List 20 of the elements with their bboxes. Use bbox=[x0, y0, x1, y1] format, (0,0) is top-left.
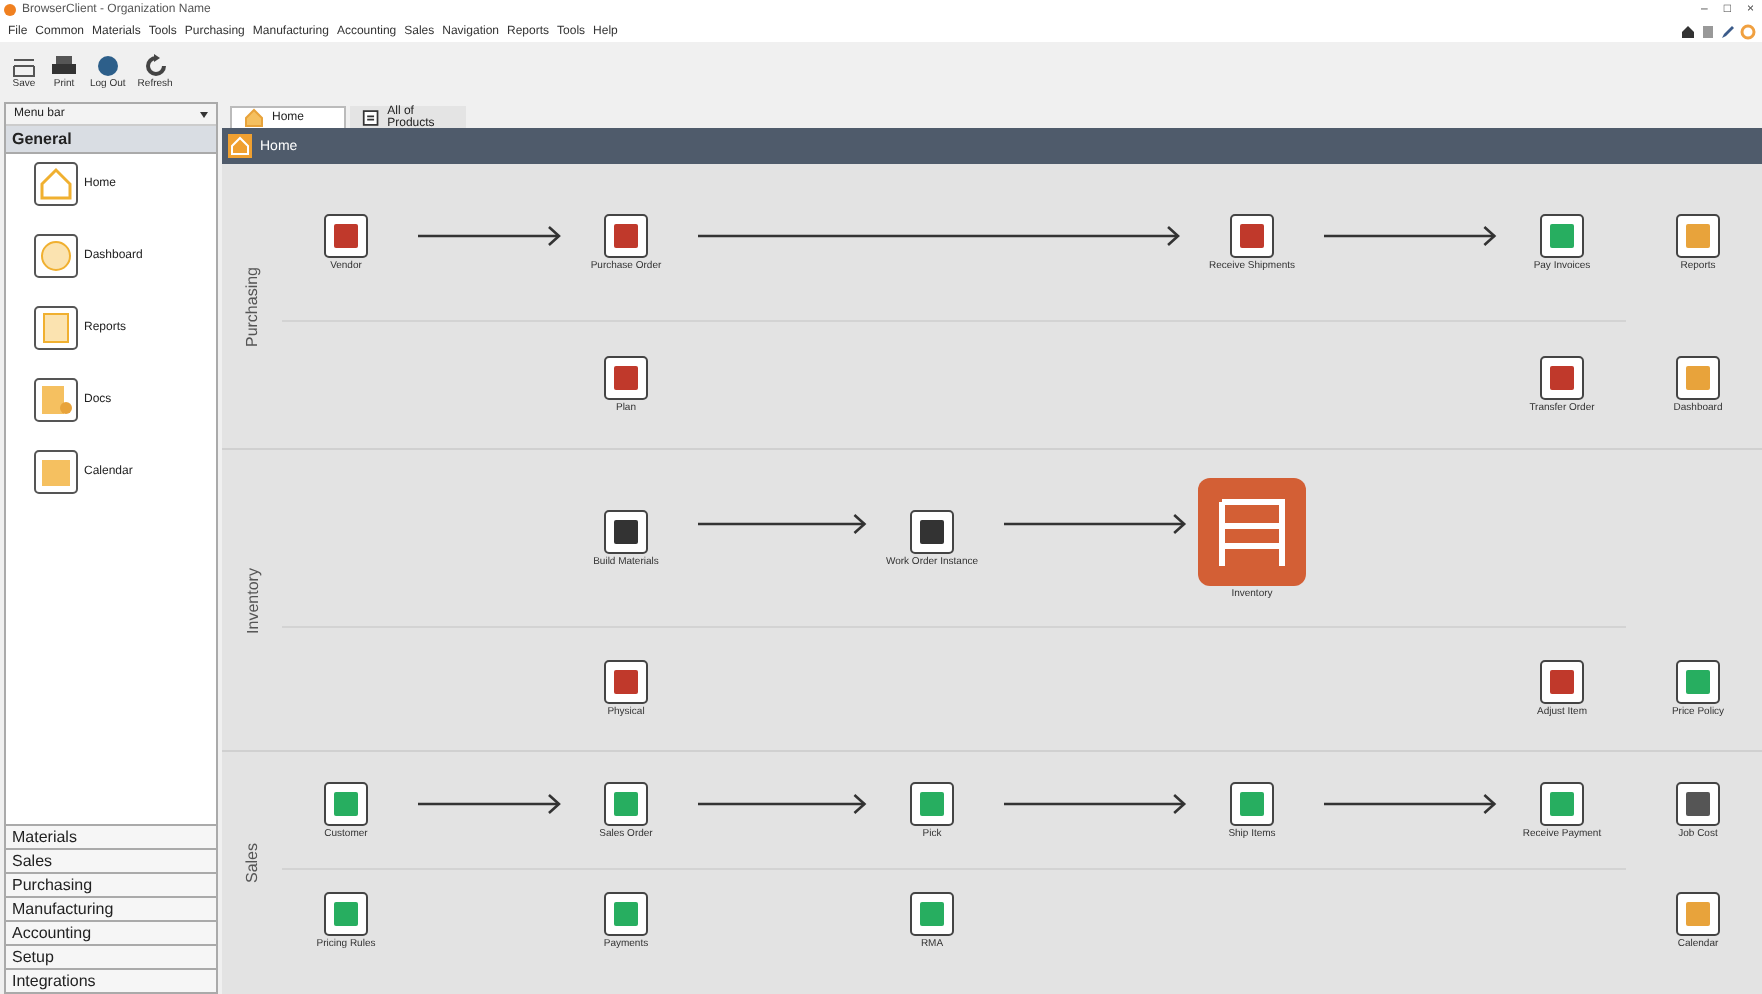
house-icon bbox=[34, 162, 78, 206]
sidebar-section[interactable]: Setup bbox=[6, 944, 216, 968]
lane-label: Inventory bbox=[243, 567, 261, 633]
document-icon bbox=[34, 378, 78, 422]
sidebar-section[interactable]: Integrations bbox=[6, 968, 216, 992]
document-icon bbox=[362, 107, 380, 127]
app-logo-icon bbox=[4, 4, 16, 16]
refresh-icon bbox=[141, 54, 170, 78]
sidebar-section[interactable]: Manufacturing bbox=[6, 896, 216, 920]
lane-label: Purchasing bbox=[243, 265, 261, 347]
lane-label: Sales bbox=[243, 842, 261, 882]
printer-icon bbox=[50, 54, 78, 78]
sidebar-section[interactable]: Purchasing bbox=[6, 872, 216, 896]
sidebar-section[interactable]: Sales bbox=[6, 848, 216, 872]
tray-icon bbox=[10, 54, 38, 78]
caret-icon bbox=[200, 111, 208, 117]
house-icon bbox=[228, 134, 252, 158]
sidebar-header[interactable]: General bbox=[6, 126, 216, 154]
sidebar-section[interactable]: Accounting bbox=[6, 920, 216, 944]
sidebar-section[interactable]: Materials bbox=[6, 824, 216, 848]
